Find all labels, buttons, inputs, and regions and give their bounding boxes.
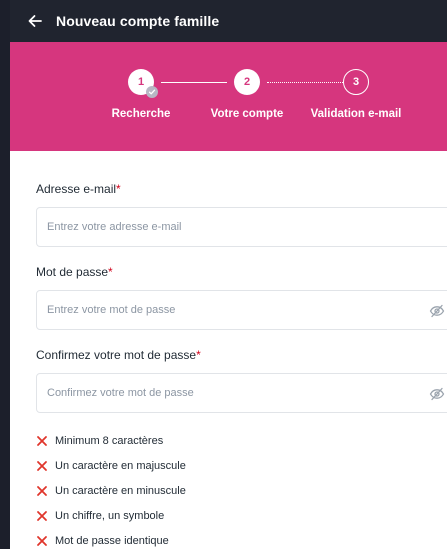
requirement-label: Un caractère en majuscule — [55, 459, 186, 472]
step-3-circle: 3 — [343, 69, 369, 95]
password-field-box — [36, 290, 447, 330]
confirm-password-label: Confirmez votre mot de passe* — [36, 348, 201, 362]
requirement-match: Mot de passe identique — [36, 528, 186, 549]
step-label: Recherche — [111, 108, 171, 120]
top-bar: Nouveau compte famille — [10, 0, 447, 42]
requirement-digit-symbol: Un chiffre, un symbole — [36, 503, 186, 528]
eye-slash-icon[interactable] — [429, 386, 445, 402]
email-input[interactable] — [47, 221, 407, 233]
cross-icon — [37, 535, 47, 546]
requirement-label: Mot de passe identique — [55, 534, 169, 547]
cross-icon — [37, 485, 47, 496]
back-button[interactable] — [24, 10, 46, 32]
requirement-uppercase: Un caractère en majuscule — [36, 453, 186, 478]
confirm-password-input[interactable] — [47, 387, 407, 399]
requirement-min-length: Minimum 8 caractères — [36, 428, 186, 453]
requirement-lowercase: Un caractère en minuscule — [36, 478, 186, 503]
step-number: 2 — [243, 76, 251, 88]
required-mark: * — [108, 265, 113, 279]
step-votre-compte: 2 Votre compte — [197, 69, 297, 120]
step-1-circle: 1 — [128, 69, 158, 98]
step-recherche: 1 Recherche — [91, 69, 191, 120]
arrow-left-icon — [28, 15, 42, 27]
page-title: Nouveau compte famille — [56, 13, 220, 29]
password-label: Mot de passe* — [36, 265, 113, 279]
required-mark: * — [116, 182, 121, 196]
check-icon — [146, 86, 158, 98]
email-field-box — [36, 207, 447, 247]
step-label: Validation e-mail — [310, 108, 402, 120]
email-label: Adresse e-mail* — [36, 182, 121, 196]
step-number: 3 — [352, 76, 360, 88]
required-mark: * — [196, 348, 201, 362]
left-edge-strip — [0, 0, 10, 549]
step-number: 1 — [137, 76, 145, 88]
email-label-text: Adresse e-mail — [36, 182, 117, 196]
cross-icon — [37, 435, 47, 446]
confirm-password-field-box — [36, 373, 447, 413]
cross-icon — [37, 510, 47, 521]
requirement-label: Un chiffre, un symbole — [55, 509, 165, 522]
password-label-text: Mot de passe — [36, 265, 109, 279]
confirm-label-text: Confirmez votre mot de passe — [36, 348, 197, 362]
step-2-circle: 2 — [234, 69, 260, 95]
password-input[interactable] — [47, 304, 407, 316]
password-requirements: Minimum 8 caractères Un caractère en maj… — [36, 428, 186, 549]
cross-icon — [37, 460, 47, 471]
eye-slash-icon[interactable] — [429, 303, 445, 319]
requirement-label: Un caractère en minuscule — [55, 484, 186, 497]
progress-stepper: 1 Recherche 2 Votre compte 3 Validation … — [10, 42, 447, 151]
step-validation-email: 3 Validation e-mail — [306, 69, 406, 120]
requirement-label: Minimum 8 caractères — [55, 434, 164, 447]
step-label: Votre compte — [210, 108, 284, 120]
